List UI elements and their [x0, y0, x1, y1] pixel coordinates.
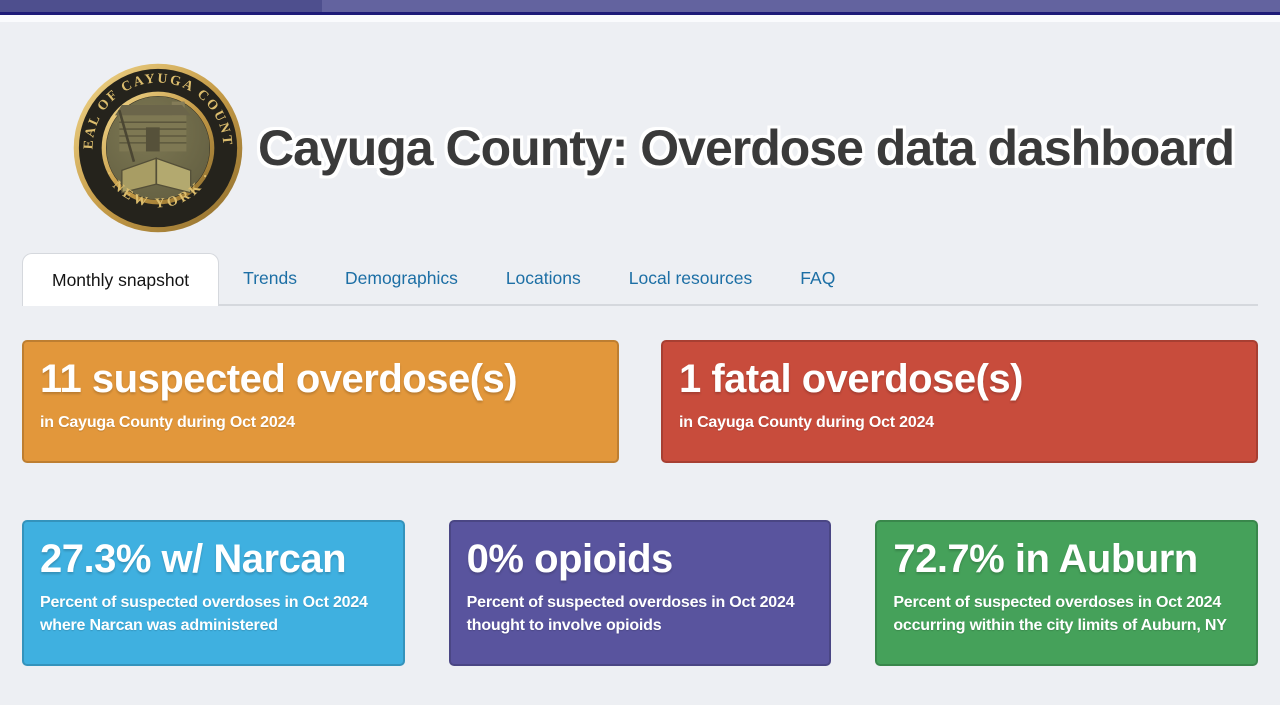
card-heading: 1 fatal overdose(s) — [679, 356, 1240, 402]
tab-locations[interactable]: Locations — [482, 253, 605, 304]
card-opioids-percent: 0% opioids Percent of suspected overdose… — [449, 520, 832, 666]
card-narcan-percent: 27.3% w/ Narcan Percent of suspected ove… — [22, 520, 405, 666]
tab-trends[interactable]: Trends — [219, 253, 321, 304]
kpi-cards-row-2: 27.3% w/ Narcan Percent of suspected ove… — [22, 520, 1258, 666]
card-subtext: Percent of suspected overdoses in Oct 20… — [40, 591, 387, 637]
tab-local-resources[interactable]: Local resources — [605, 253, 777, 304]
card-subtext: in Cayuga County during Oct 2024 — [679, 411, 1240, 434]
card-fatal-overdoses: 1 fatal overdose(s) in Cayuga County dur… — [661, 340, 1258, 463]
tab-demographics[interactable]: Demographics — [321, 253, 482, 304]
page-title: Cayuga County: Overdose data dashboard — [258, 119, 1234, 177]
top-bar-right-segment — [322, 0, 1280, 12]
top-bar-divider — [0, 15, 1280, 22]
card-subtext: Percent of suspected overdoses in Oct 20… — [893, 591, 1240, 637]
tab-label: Locations — [506, 268, 581, 289]
tab-label: Local resources — [629, 268, 753, 289]
card-subtext: Percent of suspected overdoses in Oct 20… — [467, 591, 814, 637]
top-bar-left-segment — [0, 0, 322, 12]
kpi-cards-row-1: 11 suspected overdose(s) in Cayuga Count… — [22, 340, 1258, 463]
card-subtext: in Cayuga County during Oct 2024 — [40, 411, 601, 434]
tab-faq[interactable]: FAQ — [776, 253, 859, 304]
card-suspected-overdoses: 11 suspected overdose(s) in Cayuga Count… — [22, 340, 619, 463]
tab-label: Trends — [243, 268, 297, 289]
tab-label: Demographics — [345, 268, 458, 289]
kpi-cards-section: 11 suspected overdose(s) in Cayuga Count… — [22, 340, 1258, 666]
cayuga-county-seal-logo: SEAL OF CAYUGA COUNTY · NEW YORK · — [72, 62, 244, 234]
tab-bar: Monthly snapshot Trends Demographics Loc… — [22, 253, 1258, 306]
card-auburn-percent: 72.7% in Auburn Percent of suspected ove… — [875, 520, 1258, 666]
card-heading: 11 suspected overdose(s) — [40, 356, 601, 402]
masthead: SEAL OF CAYUGA COUNTY · NEW YORK · Cayug… — [72, 62, 1280, 234]
card-heading: 27.3% w/ Narcan — [40, 536, 387, 582]
tab-monthly-snapshot[interactable]: Monthly snapshot — [22, 253, 219, 306]
card-heading: 0% opioids — [467, 536, 814, 582]
card-heading: 72.7% in Auburn — [893, 536, 1240, 582]
tab-label: Monthly snapshot — [52, 270, 189, 291]
top-bar — [0, 0, 1280, 12]
tab-label: FAQ — [800, 268, 835, 289]
